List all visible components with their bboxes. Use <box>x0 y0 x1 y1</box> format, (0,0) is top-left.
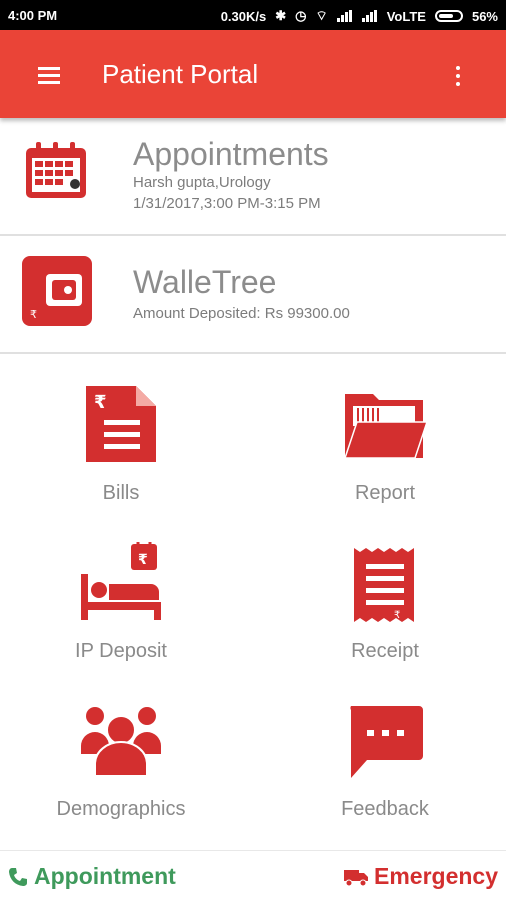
status-net-speed: 0.30K/s <box>220 8 267 24</box>
signal-icon <box>336 10 353 22</box>
phone-icon <box>9 867 27 886</box>
appointments-card[interactable]: Appointments Harsh gupta,Urology 1/31/20… <box>0 118 506 234</box>
group-users-icon <box>81 707 161 777</box>
signal-icon-2 <box>361 10 378 22</box>
appointment-button-label: Appointment <box>34 863 176 889</box>
feedback-label: Feedback <box>341 798 429 820</box>
demographics-label: Demographics <box>56 798 186 820</box>
status-network: VoLTE <box>386 8 426 24</box>
status-bar: 4:00 PM 0.30K/s ✱ ◷ ⌔ VoLTE 56% <box>0 0 506 30</box>
divider <box>0 352 506 354</box>
appointment-datetime: 1/31/2017,3:00 PM-3:15 PM <box>133 195 321 212</box>
wallet-amount: Amount Deposited: Rs 99300.00 <box>133 305 350 322</box>
bills-tile[interactable]: ₹ Bills <box>21 384 221 514</box>
svg-text:₹: ₹ <box>138 552 148 568</box>
demographics-tile[interactable]: Demographics <box>21 700 221 830</box>
emergency-button[interactable]: Emergency <box>343 863 498 890</box>
report-label: Report <box>354 482 416 504</box>
wifi-icon: ⌔ <box>315 8 328 23</box>
calendar-icon <box>26 142 86 198</box>
ip-deposit-label: IP Deposit <box>75 640 167 662</box>
bluetooth-icon: ✱ <box>275 8 287 23</box>
status-battery: 56% <box>471 8 498 24</box>
ambulance-icon <box>343 869 368 886</box>
alarm-icon: ◷ <box>295 8 307 23</box>
wallet-title: WalleTree <box>133 264 277 300</box>
report-tile[interactable]: Report <box>285 384 485 514</box>
hospital-bed-icon: ₹ <box>81 542 161 620</box>
svg-text:₹: ₹ <box>30 308 37 321</box>
appointment-doctor: Harsh gupta,Urology <box>133 174 271 191</box>
bill-document-icon: ₹ <box>86 386 156 462</box>
appointment-button[interactable]: Appointment <box>8 863 176 890</box>
app-bar: Patient Portal <box>0 30 506 118</box>
bottom-bar: Appointment Emergency <box>0 850 506 901</box>
ip-deposit-tile[interactable]: ₹ IP Deposit <box>21 542 221 672</box>
battery-icon <box>434 10 463 22</box>
emergency-button-label: Emergency <box>373 863 498 889</box>
chat-bubble-icon <box>350 706 423 778</box>
svg-text:₹: ₹ <box>94 392 107 413</box>
svg-text:₹: ₹ <box>394 610 400 621</box>
overflow-menu-icon[interactable] <box>455 66 461 86</box>
receipt-tile[interactable]: ₹ Receipt <box>285 542 485 672</box>
appointments-title: Appointments <box>133 136 329 172</box>
status-time: 4:00 PM <box>8 8 58 23</box>
wallet-card[interactable]: ₹ WalleTree Amount Deposited: Rs 99300.0… <box>0 236 506 352</box>
receipt-icon: ₹ <box>354 548 414 622</box>
feedback-tile[interactable]: Feedback <box>285 700 485 830</box>
menu-icon[interactable] <box>38 67 60 84</box>
wallet-icon: ₹ <box>22 256 92 326</box>
receipt-label: Receipt <box>351 640 419 662</box>
bills-label: Bills <box>102 482 140 504</box>
folder-report-icon <box>343 394 427 459</box>
page-title: Patient Portal <box>102 59 259 89</box>
